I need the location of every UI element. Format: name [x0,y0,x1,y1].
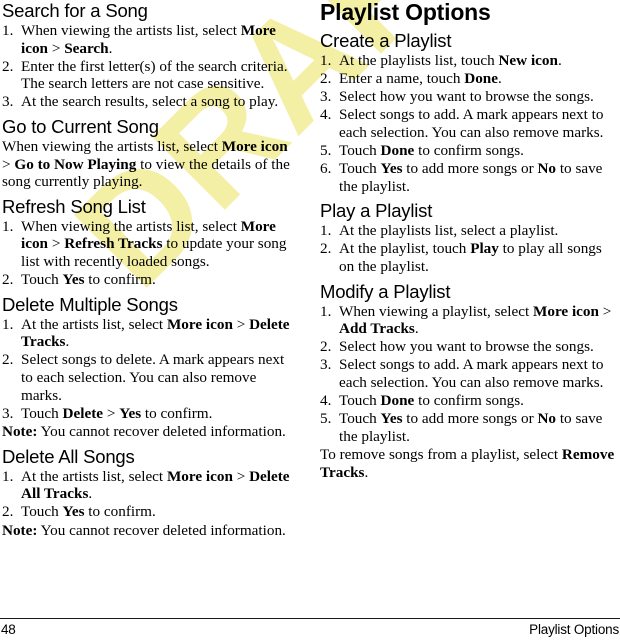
list-item: Select songs to add. A mark appears next… [320,356,604,391]
page-number: 48 [1,622,16,637]
list-item: Touch Delete > Yes to confirm. [2,404,213,422]
list-item: Select songs to add. A mark appears next… [320,106,604,141]
section-heading-create-a-playlist: Create a Playlist [320,30,452,51]
section-heading-go-to-current-song: Go to Current Song [2,115,159,137]
steps-play-a-playlist: At the playlists list, select a playlist… [320,222,617,275]
page-columns: Search for a Song When viewing the artis… [0,0,620,612]
page-footer: 48 Playlist Options [0,612,620,640]
footer-title: Playlist Options [529,622,619,637]
list-item: Touch Done to confirm songs. [320,392,524,409]
steps-search-for-a-song: When viewing the artists list, select Mo… [2,22,299,111]
list-item: Select how you want to browse the songs. [320,338,594,356]
section-heading-play-a-playlist: Play a Playlist [320,200,433,222]
list-item: At the search results, select a song to … [2,93,279,111]
left-column: Search for a Song When viewing the artis… [2,0,299,541]
steps-delete-all-songs: At the artists list, select More icon > … [2,468,299,521]
list-item: Touch Yes to confirm. [2,503,156,521]
steps-modify-a-playlist: When viewing a playlist, select More ico… [320,303,617,446]
list-item: Touch Yes to confirm. [2,271,156,289]
section-heading-refresh-song-list: Refresh Song List [2,195,146,217]
list-item: At the artists list, select More icon > … [2,315,290,351]
list-item: Touch Done to confirm songs. [320,141,524,159]
note-delete-multiple-songs: Note: You cannot recover deleted informa… [2,423,286,441]
list-item: At the playlist, touch Play to play all … [320,240,602,275]
manual-page: DRAFT Search for a Song When viewing the… [0,0,620,640]
list-item: Touch Yes to add more songs or No to sav… [320,160,603,195]
list-item: When viewing a playlist, select More ico… [320,302,612,338]
list-item: At the playlists list, select a playlist… [320,222,559,240]
list-item: When viewing the artists list, select Mo… [2,22,276,57]
steps-delete-multiple-songs: At the artists list, select More icon > … [2,316,299,423]
note-modify-a-playlist: To remove songs from a playlist, select … [320,446,615,481]
paragraph-go-to-current-song: When viewing the artists list, select Mo… [2,137,290,191]
list-item: Enter the first letter(s) of the search … [2,57,288,93]
steps-refresh-song-list: When viewing the artists list, select Mo… [2,218,299,289]
list-item: At the artists list, select More icon > … [2,467,290,503]
page-title: Playlist Options [320,0,491,25]
steps-create-a-playlist: At the playlists list, touch New icon. E… [320,52,617,195]
footer-divider [0,618,620,619]
list-item: At the playlists list, touch New icon. [320,52,562,69]
right-column: Playlist Options Create a Playlist At th… [320,0,617,482]
note-delete-all-songs: Note: You cannot recover deleted informa… [2,522,286,540]
section-heading-delete-multiple-songs: Delete Multiple Songs [2,293,178,315]
list-item: Touch Yes to add more songs or No to sav… [320,410,603,445]
section-heading-modify-a-playlist: Modify a Playlist [320,280,451,302]
list-item: When viewing the artists list, select Mo… [2,217,287,270]
list-item: Select how you want to browse the songs. [320,88,594,106]
list-item: Enter a name, touch Done. [320,70,502,88]
section-heading-search-for-a-song: Search for a Song [2,0,148,21]
list-item: Select songs to delete. A mark appears n… [2,351,285,404]
section-heading-delete-all-songs: Delete All Songs [2,445,135,467]
